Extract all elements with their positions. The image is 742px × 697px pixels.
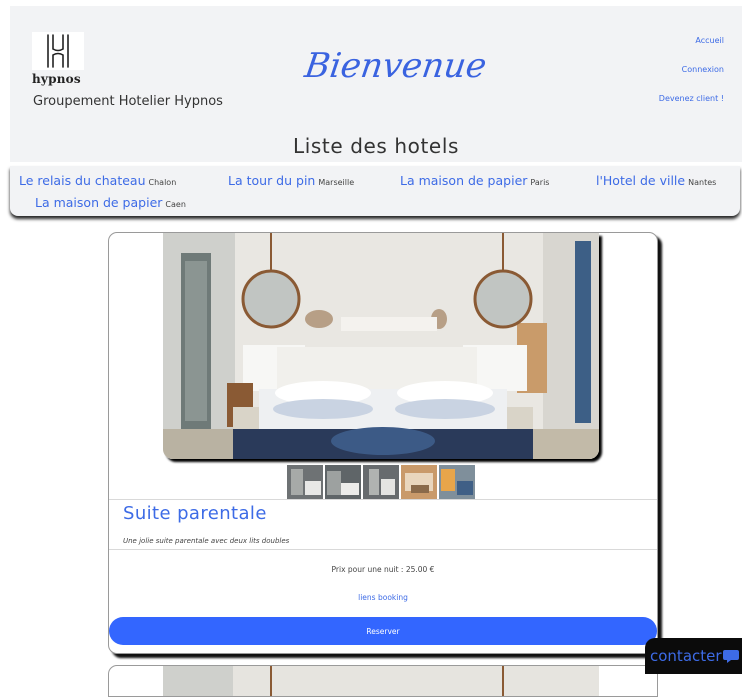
chat-bubble-icon [722, 650, 739, 663]
top-nav: Accueil Connexion Devenez client ! [659, 36, 724, 123]
hotel-city: Nantes [688, 178, 717, 187]
contact-button[interactable]: contacter [645, 638, 742, 674]
hypnos-logo[interactable]: hypnos [32, 32, 84, 88]
room-description: Une jolie suite parentale avec deux lits… [123, 537, 290, 545]
thumbnail[interactable] [401, 465, 437, 499]
hotel-city: Marseille [318, 178, 355, 187]
room-card: Suite parentale Une jolie suite parental… [108, 232, 658, 654]
hotel-name: La maison de papier [400, 173, 528, 188]
site-header: hypnos Groupement Hotelier Hypnos Bienve… [10, 6, 742, 162]
hotel-link-hotel-de-ville[interactable]: l'Hotel de ville Nantes [596, 173, 716, 188]
thumbnail[interactable] [363, 465, 399, 499]
hypnos-h-icon [32, 32, 84, 70]
nav-connexion[interactable]: Connexion [659, 65, 724, 74]
contact-label: contacter [650, 647, 722, 665]
thumbnail[interactable] [439, 465, 475, 499]
divider [109, 549, 657, 550]
hotel-list: Le relais du chateau Chalon La tour du pi… [10, 166, 740, 216]
hotel-city: Caen [165, 200, 186, 209]
page-title: Liste des hotels [292, 134, 460, 158]
thumbnail[interactable] [325, 465, 361, 499]
hotel-name: La maison de papier [35, 195, 163, 210]
hotel-link-maison-papier-caen[interactable]: La maison de papier Caen [35, 195, 186, 210]
reserve-button[interactable]: Reserver [109, 617, 657, 645]
room-title: Suite parentale [123, 503, 267, 524]
hotel-name: La tour du pin [228, 173, 316, 188]
hotel-link-maison-papier-paris[interactable]: La maison de papier Paris [400, 173, 549, 188]
thumbnail[interactable] [287, 465, 323, 499]
room-card-next [108, 665, 658, 697]
welcome-heading: Bienvenue [302, 46, 489, 86]
logo-text: hypnos [32, 72, 81, 86]
room-main-photo [163, 233, 599, 459]
hotel-name: l'Hotel de ville [596, 173, 686, 188]
room-photo-next [163, 666, 599, 696]
booking-link[interactable]: liens booking [109, 593, 657, 602]
hotel-city: Paris [530, 178, 550, 187]
nav-devenez-client[interactable]: Devenez client ! [659, 94, 724, 103]
hotel-link-relais-chateau[interactable]: Le relais du chateau Chalon [19, 173, 176, 188]
divider [109, 499, 657, 500]
hotel-name: Le relais du chateau [19, 173, 146, 188]
photo-thumbnails [287, 465, 475, 499]
company-name: Groupement Hotelier Hypnos [33, 94, 223, 109]
hotel-link-tour-du-pin[interactable]: La tour du pin Marseille [228, 173, 354, 188]
hotel-city: Chalon [148, 178, 177, 187]
nav-accueil[interactable]: Accueil [659, 36, 724, 45]
room-price: Prix pour une nuit : 25.00 € [331, 565, 435, 574]
